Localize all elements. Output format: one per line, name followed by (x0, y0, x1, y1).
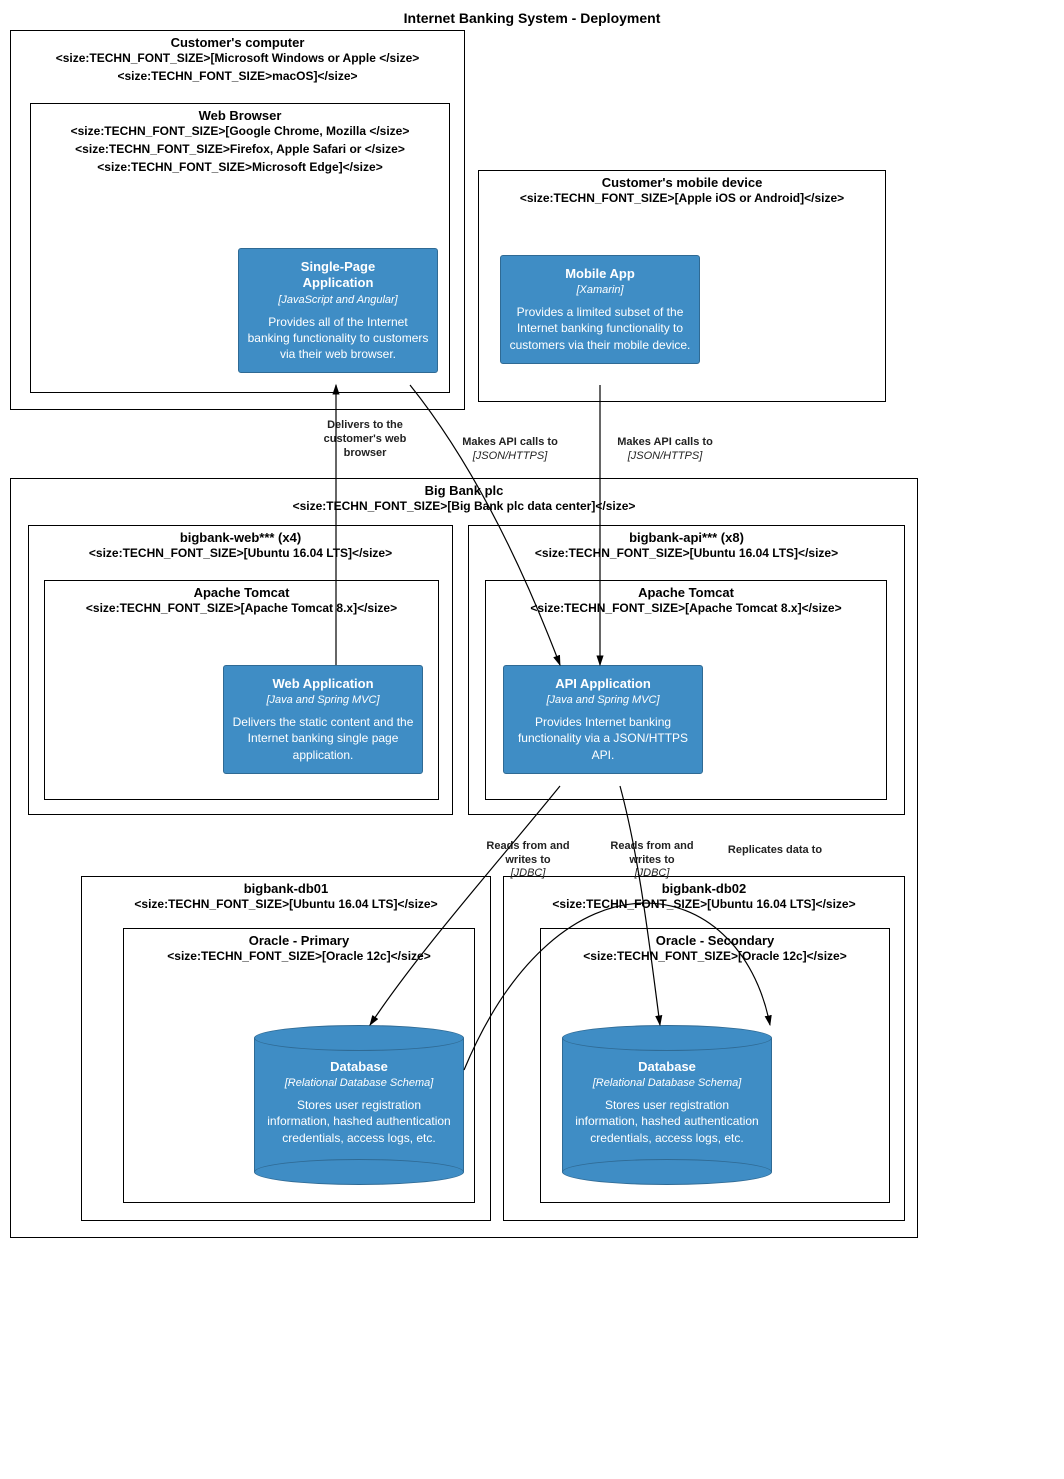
rel-api-db1-tech: [JDBC] (468, 867, 588, 881)
diagram-title: Internet Banking System - Deployment (0, 0, 1064, 32)
container-database-secondary-title: Database (572, 1059, 762, 1075)
node-tomcat-api-sub-0: <size:TECHN_FONT_SIZE>[Apache Tomcat 8.x… (486, 600, 886, 618)
container-mobile-app: Mobile App [Xamarin] Provides a limited … (500, 255, 700, 364)
node-bigbank-api-title: bigbank-api*** (x8) (469, 526, 904, 545)
node-tomcat-web-sub-0: <size:TECHN_FONT_SIZE>[Apache Tomcat 8.x… (45, 600, 438, 618)
node-web-browser-title: Web Browser (31, 104, 449, 123)
node-bigbank-api-sub-0: <size:TECHN_FONT_SIZE>[Ubuntu 16.04 LTS]… (469, 545, 904, 563)
rel-mobile-api-text: Makes API calls to (617, 436, 713, 448)
container-database-secondary-tech: [Relational Database Schema] (572, 1077, 762, 1089)
container-spa-tech: [JavaScript and Angular] (247, 294, 429, 306)
container-api-app-title: API Application (512, 676, 694, 692)
rel-spa-api-label: Makes API calls to [JSON/HTTPS] (440, 436, 580, 464)
node-web-browser-sub-2: <size:TECHN_FONT_SIZE>Microsoft Edge]</s… (31, 159, 449, 177)
container-api-app-desc: Provides Internet banking functionality … (512, 714, 694, 763)
container-database-primary-title: Database (264, 1059, 454, 1075)
node-bigbank-db02-sub-0: <size:TECHN_FONT_SIZE>[Ubuntu 16.04 LTS]… (504, 896, 904, 914)
node-oracle-secondary-title: Oracle - Secondary (541, 929, 889, 948)
node-big-bank-title: Big Bank plc (11, 479, 917, 498)
container-api-app-tech: [Java and Spring MVC] (512, 694, 694, 706)
container-web-app-desc: Delivers the static content and the Inte… (232, 714, 414, 763)
rel-api-db1-label: Reads from and writes to [JDBC] (468, 826, 588, 895)
container-spa: Single-Page Application [JavaScript and … (238, 248, 438, 373)
node-mobile-device-title: Customer's mobile device (479, 171, 885, 190)
container-mobile-app-tech: [Xamarin] (509, 284, 691, 296)
node-oracle-primary-title: Oracle - Primary (124, 929, 474, 948)
rel-api-db2-tech: [JDBC] (592, 867, 712, 881)
node-oracle-primary-sub-0: <size:TECHN_FONT_SIZE>[Oracle 12c]</size… (124, 948, 474, 966)
container-database-secondary: Database [Relational Database Schema] St… (562, 1025, 772, 1185)
rel-api-db1-text: Reads from and writes to (486, 840, 569, 866)
container-spa-desc: Provides all of the Internet banking fun… (247, 314, 429, 363)
node-web-browser-sub-0: <size:TECHN_FONT_SIZE>[Google Chrome, Mo… (31, 123, 449, 141)
rel-api-db2-label: Reads from and writes to [JDBC] (592, 826, 712, 895)
container-web-app: Web Application [Java and Spring MVC] De… (223, 665, 423, 774)
rel-replicate-label: Replicates data to (705, 844, 845, 858)
node-oracle-secondary-sub-0: <size:TECHN_FONT_SIZE>[Oracle 12c]</size… (541, 948, 889, 966)
container-spa-title: Single-Page Application (247, 259, 429, 292)
node-bigbank-db01-title: bigbank-db01 (82, 877, 490, 896)
rel-delivers-label: Delivers to the customer's web browser (300, 419, 430, 460)
node-customer-computer-sub-1: <size:TECHN_FONT_SIZE>macOS]</size> (11, 68, 464, 86)
node-tomcat-web-title: Apache Tomcat (45, 581, 438, 600)
node-bigbank-web-title: bigbank-web*** (x4) (29, 526, 452, 545)
container-mobile-app-title: Mobile App (509, 266, 691, 282)
node-customer-computer-title: Customer's computer (11, 31, 464, 50)
rel-api-db2-text: Reads from and writes to (610, 840, 693, 866)
container-web-app-title: Web Application (232, 676, 414, 692)
node-web-browser-sub-1: <size:TECHN_FONT_SIZE>Firefox, Apple Saf… (31, 141, 449, 159)
node-customer-computer-sub-0: <size:TECHN_FONT_SIZE>[Microsoft Windows… (11, 50, 464, 68)
container-database-secondary-desc: Stores user registration information, ha… (572, 1097, 762, 1146)
node-bigbank-db01-sub-0: <size:TECHN_FONT_SIZE>[Ubuntu 16.04 LTS]… (82, 896, 490, 914)
container-database-primary-desc: Stores user registration information, ha… (264, 1097, 454, 1146)
node-bigbank-web-sub-0: <size:TECHN_FONT_SIZE>[Ubuntu 16.04 LTS]… (29, 545, 452, 563)
node-mobile-device-sub-0: <size:TECHN_FONT_SIZE>[Apple iOS or Andr… (479, 190, 885, 208)
container-database-primary: Database [Relational Database Schema] St… (254, 1025, 464, 1185)
container-mobile-app-desc: Provides a limited subset of the Interne… (509, 304, 691, 353)
node-tomcat-api-title: Apache Tomcat (486, 581, 886, 600)
container-database-primary-tech: [Relational Database Schema] (264, 1077, 454, 1089)
rel-mobile-api-label: Makes API calls to [JSON/HTTPS] (595, 436, 735, 464)
rel-spa-api-tech: [JSON/HTTPS] (440, 450, 580, 464)
rel-spa-api-text: Makes API calls to (462, 436, 558, 448)
rel-mobile-api-tech: [JSON/HTTPS] (595, 450, 735, 464)
node-big-bank-sub-0: <size:TECHN_FONT_SIZE>[Big Bank plc data… (11, 498, 917, 516)
container-web-app-tech: [Java and Spring MVC] (232, 694, 414, 706)
container-api-app: API Application [Java and Spring MVC] Pr… (503, 665, 703, 774)
